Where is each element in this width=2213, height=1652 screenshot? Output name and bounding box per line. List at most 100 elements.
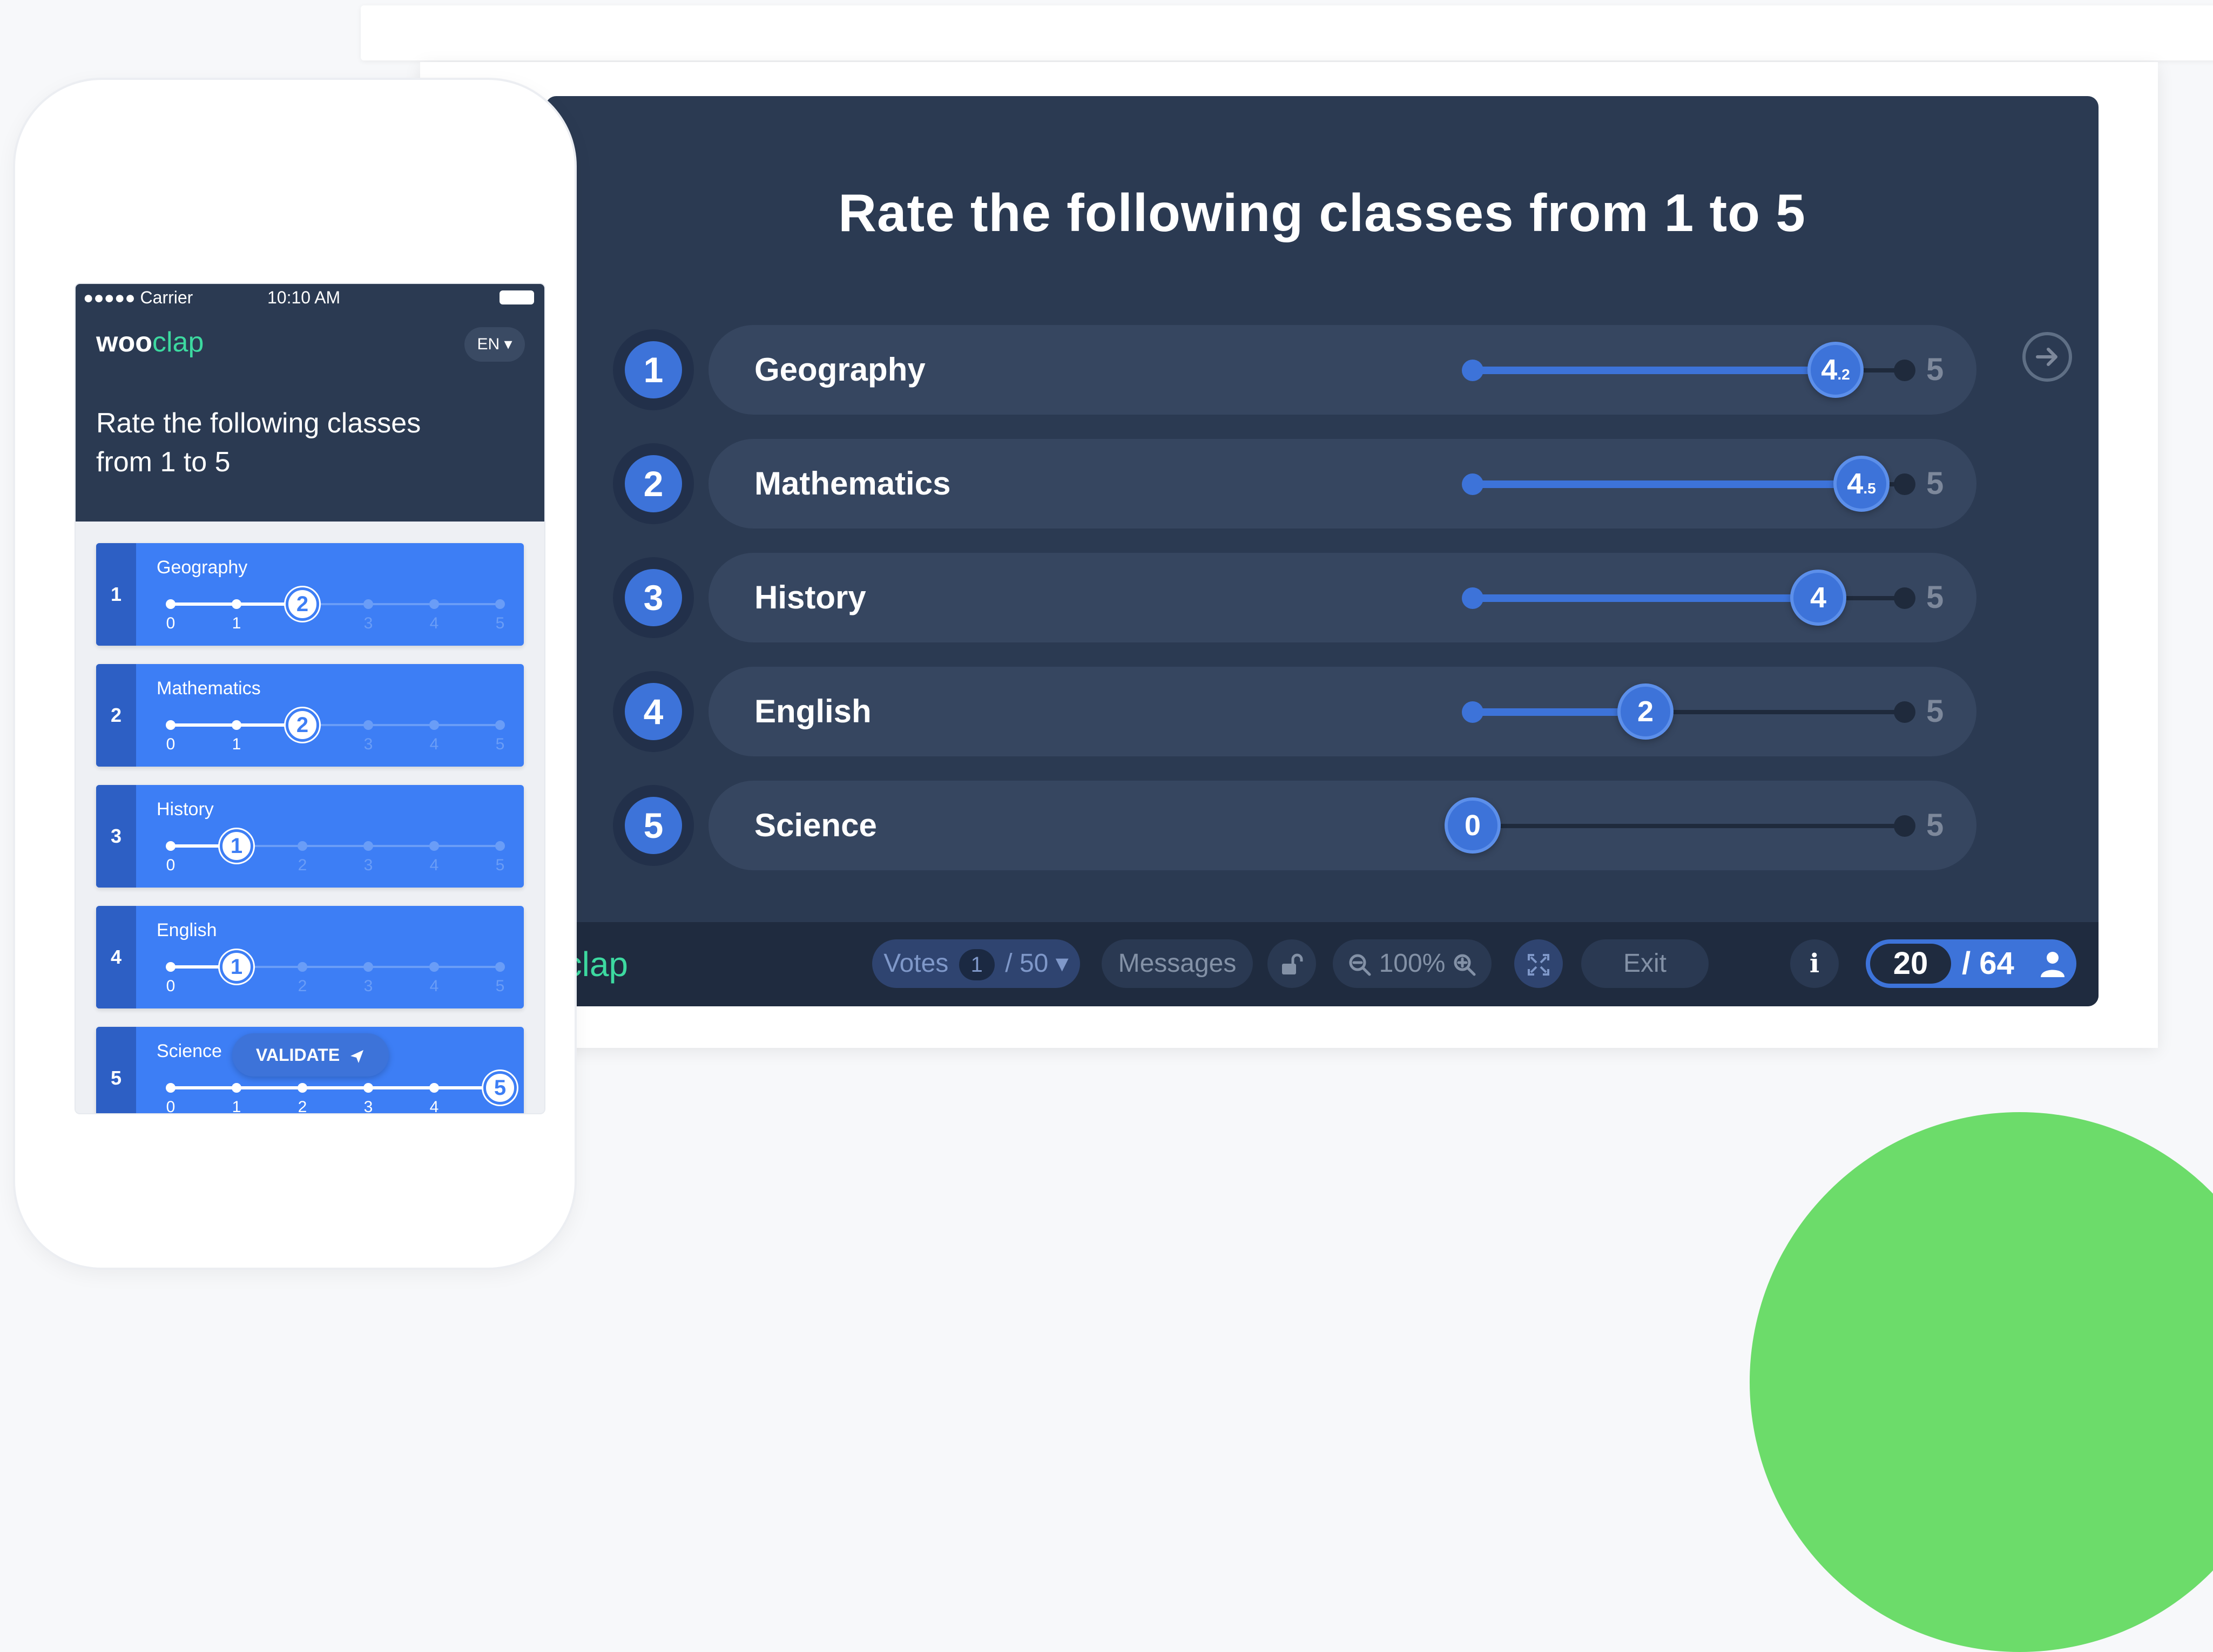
- card-slider-step[interactable]: [166, 841, 176, 851]
- row-label: English: [754, 693, 872, 729]
- phone-question-title: Rate the following classes from 1 to 5: [96, 408, 421, 478]
- row-number-badge: 3: [613, 557, 694, 638]
- card-slider-step[interactable]: [298, 1083, 307, 1093]
- card-slider-step[interactable]: [298, 841, 307, 851]
- exit-button[interactable]: Exit: [1581, 939, 1709, 988]
- card-slider-step[interactable]: [429, 1083, 439, 1093]
- arrow-right-icon: [2036, 348, 2057, 366]
- info-button[interactable]: i: [1790, 939, 1839, 988]
- value-main: 4: [1810, 581, 1827, 614]
- card-slider-step[interactable]: [363, 841, 373, 851]
- zoom-in-icon[interactable]: [1453, 953, 1476, 977]
- card-number: 1: [96, 543, 136, 646]
- rating-row-mathematics: 2 Mathematics 5 4.5: [613, 439, 1976, 529]
- card-slider-tick: 2: [298, 1098, 307, 1113]
- average-value-handle: 4: [1790, 570, 1846, 626]
- zoom-control: 100%: [1333, 939, 1492, 988]
- card-slider-step[interactable]: [495, 720, 505, 730]
- card-slider-step[interactable]: [363, 962, 373, 972]
- card-slider-step[interactable]: [495, 841, 505, 851]
- card-slider-tick: 1: [232, 735, 241, 753]
- logo-clap: clap: [152, 327, 204, 358]
- slider-end-dot: [1894, 360, 1915, 381]
- card-slider-step[interactable]: [363, 599, 373, 609]
- card-slider-tick: 4: [429, 1098, 439, 1113]
- row-label: History: [754, 579, 866, 615]
- rating-bar: History 5 4: [709, 553, 1976, 642]
- card-slider-handle[interactable]: 1: [220, 950, 253, 984]
- logo-woo: woo: [96, 327, 152, 358]
- card-slider-step[interactable]: [166, 1083, 176, 1093]
- value-decimal: .5: [1863, 480, 1876, 497]
- votes-dropdown[interactable]: Votes 1 / 50 ▾: [872, 939, 1080, 988]
- card-slider-step[interactable]: [363, 1083, 373, 1093]
- messages-button[interactable]: Messages: [1102, 939, 1253, 988]
- fullscreen-icon: [1528, 954, 1549, 976]
- zoom-level: 100%: [1379, 949, 1446, 978]
- status-bar: ●●●●● Carrier 10:10 AM: [76, 284, 544, 311]
- card-label: History: [157, 799, 214, 820]
- card-slider-tick: 1: [232, 1098, 241, 1113]
- rating-bar: English 5 2: [709, 667, 1976, 756]
- card-slider-step[interactable]: [232, 599, 241, 609]
- row-number: 1: [625, 341, 682, 398]
- rating-bar: Science 5 0: [709, 781, 1976, 870]
- slider-fill: [1473, 594, 1818, 602]
- card-slider-step[interactable]: [495, 599, 505, 609]
- value-main: 2: [1637, 695, 1654, 728]
- card-slider-step[interactable]: [298, 962, 307, 972]
- slider-end-dot: [1894, 587, 1915, 609]
- slider-end-dot: [1894, 701, 1915, 723]
- card-slider-tick: 5: [495, 856, 505, 874]
- validate-label: VALIDATE: [255, 1045, 340, 1065]
- slider-max-label: 5: [1926, 694, 1944, 729]
- card-slider-step[interactable]: [166, 962, 176, 972]
- question-area: Rate the following classes from 1 to 5: [76, 374, 544, 522]
- card-slider-step[interactable]: [429, 720, 439, 730]
- card-slider-tick: 3: [363, 977, 373, 995]
- status-time: 10:10 AM: [267, 288, 341, 307]
- card-slider-tick: 2: [298, 856, 307, 874]
- card-slider-handle[interactable]: 2: [286, 587, 319, 621]
- participants-counter: 20 / 64: [1866, 939, 2076, 988]
- rating-row-english: 4 English 5 2: [613, 667, 1976, 756]
- card-slider-step[interactable]: [429, 841, 439, 851]
- row-number-badge: 4: [613, 671, 694, 752]
- phone-screen: ●●●●● Carrier 10:10 AM wooclap EN ▾ Rate…: [76, 284, 544, 1113]
- value-main: 4: [1847, 468, 1864, 500]
- rating-row-history: 3 History 5 4: [613, 553, 1976, 642]
- slider-max-label: 5: [1926, 352, 1944, 387]
- validate-button[interactable]: VALIDATE: [232, 1033, 389, 1076]
- value-main: 0: [1464, 809, 1481, 842]
- card-slider-tick: 4: [429, 977, 439, 995]
- rating-bar: Geography 5 4.2: [709, 325, 1976, 415]
- card-slider-step[interactable]: [232, 720, 241, 730]
- card-slider-handle[interactable]: 2: [286, 708, 319, 742]
- card-number: 3: [96, 785, 136, 888]
- card-slider-tick: 3: [363, 856, 373, 874]
- language-selector[interactable]: EN ▾: [464, 327, 525, 362]
- card-slider-tick: 3: [363, 735, 373, 753]
- card-slider-step[interactable]: [363, 720, 373, 730]
- card-slider-step[interactable]: [495, 962, 505, 972]
- card-slider-step[interactable]: [429, 599, 439, 609]
- slider-start-dot: [1462, 587, 1483, 609]
- card-slider-tick: 0: [166, 977, 176, 995]
- card-slider-step[interactable]: [166, 599, 176, 609]
- card-slider-tick: 0: [166, 614, 176, 632]
- card-slider-step[interactable]: [429, 962, 439, 972]
- carrier-label: ●●●●● Carrier: [83, 288, 193, 307]
- unlock-button[interactable]: [1267, 939, 1316, 988]
- zoom-out-icon[interactable]: [1348, 953, 1372, 977]
- fullscreen-button[interactable]: [1514, 939, 1563, 988]
- slider-max-label: 5: [1926, 466, 1944, 501]
- card-slider-step[interactable]: [232, 1083, 241, 1093]
- card-number: 2: [96, 664, 136, 767]
- slider-end-dot: [1894, 815, 1915, 837]
- card-slider-handle[interactable]: 5: [483, 1071, 517, 1105]
- participants-current: 20: [1870, 944, 1951, 984]
- next-arrow-button[interactable]: [2022, 332, 2072, 382]
- card-slider-handle[interactable]: 1: [220, 829, 253, 863]
- average-value-handle: 4.2: [1807, 342, 1864, 398]
- card-slider-step[interactable]: [166, 720, 176, 730]
